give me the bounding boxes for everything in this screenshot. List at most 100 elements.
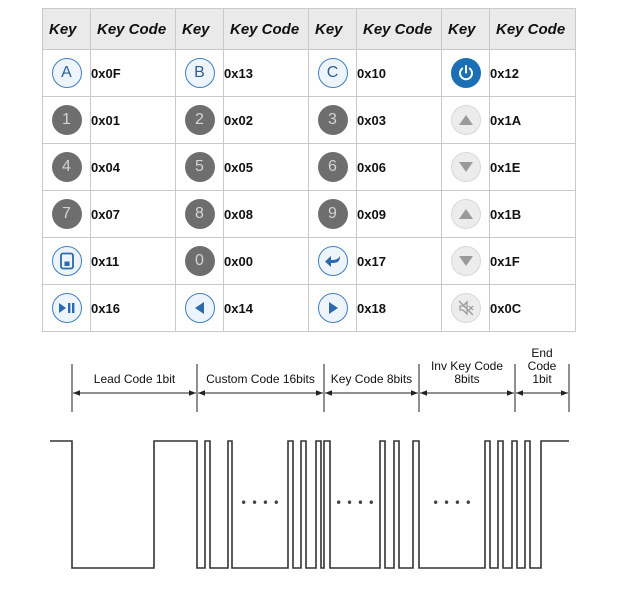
table-row: 1 0x01 2 0x02 3 0x03 0x1A	[42, 96, 576, 144]
header-key-code: Key Code	[223, 8, 309, 50]
header-key: Key	[441, 8, 490, 50]
key-cell: 2	[175, 96, 224, 144]
key-cell	[441, 284, 490, 332]
header-key: Key	[42, 8, 91, 50]
ellipsis-dots: • • • •	[335, 496, 375, 510]
key-cell: 7	[42, 190, 91, 238]
key-cell	[441, 190, 490, 238]
key-cell	[441, 96, 490, 144]
key-cell: B	[175, 49, 224, 97]
table-row: 4 0x04 5 0x05 6 0x06 0x1E	[42, 143, 576, 191]
key-cell: 5	[175, 143, 224, 191]
key-code-value: 0x12	[489, 49, 576, 97]
letter-c-icon: C	[317, 58, 348, 88]
digit-5-icon: 5	[184, 152, 215, 182]
table-row: 7 0x07 8 0x08 9 0x09 0x1B	[42, 190, 576, 238]
key-cell	[42, 237, 91, 285]
play-pause-icon	[51, 293, 82, 323]
digit-1-icon: 1	[51, 105, 82, 135]
table-header-row: Key Key Code Key Key Code Key Key Code K…	[42, 8, 576, 50]
key-code-value: 0x09	[356, 190, 442, 238]
key-cell	[175, 284, 224, 332]
header-key: Key	[175, 8, 224, 50]
segment-label: Custom Code 16bits	[206, 372, 315, 386]
key-code-value: 0x14	[223, 284, 309, 332]
segment-label: Key Code 8bits	[331, 372, 412, 386]
key-cell: 4	[42, 143, 91, 191]
segment-label: 8bits	[454, 372, 479, 386]
key-code-value: 0x08	[223, 190, 309, 238]
digit-7-icon: 7	[51, 199, 82, 229]
key-cell: 9	[308, 190, 357, 238]
key-cell: 8	[175, 190, 224, 238]
key-cell	[441, 49, 490, 97]
key-code-value: 0x11	[90, 237, 176, 285]
right-arrow-icon	[317, 293, 348, 323]
menu-icon	[51, 246, 82, 276]
key-code-value: 0x06	[356, 143, 442, 191]
segment-label: Code	[528, 359, 557, 373]
segment-label: Inv Key Code	[431, 359, 503, 373]
key-cell	[441, 237, 490, 285]
table-row: 0x16 0x14 0x18 0x0C	[42, 284, 576, 332]
key-cell: 1	[42, 96, 91, 144]
digit-8-icon: 8	[184, 199, 215, 229]
key-code-value: 0x02	[223, 96, 309, 144]
key-code-value: 0x00	[223, 237, 309, 285]
key-code-value: 0x03	[356, 96, 442, 144]
letter-b-icon: B	[184, 58, 215, 88]
key-code-value: 0x13	[223, 49, 309, 97]
key-code-table: Key Key Code Key Key Code Key Key Code K…	[42, 8, 576, 332]
channel-down-icon	[450, 246, 481, 276]
digit-9-icon: 9	[317, 199, 348, 229]
letter-a-icon: A	[51, 58, 82, 88]
segment-label: 1bit	[532, 372, 552, 386]
key-code-value: 0x01	[90, 96, 176, 144]
key-cell: A	[42, 49, 91, 97]
ir-timing-diagram: Lead Code 1bit Custom Code 16bits Key Code…	[50, 346, 570, 569]
key-cell	[42, 284, 91, 332]
key-cell: 0	[175, 237, 224, 285]
volume-down-icon	[450, 152, 481, 182]
segment-label: Lead Code 1bit	[94, 372, 176, 386]
key-code-value: 0x17	[356, 237, 442, 285]
key-code-value: 0x0C	[489, 284, 576, 332]
segment-label: End	[531, 346, 552, 360]
table-row: 0x11 0 0x00 0x17 0x1F	[42, 237, 576, 285]
key-code-value: 0x16	[90, 284, 176, 332]
header-key-code: Key Code	[356, 8, 442, 50]
key-code-value: 0x04	[90, 143, 176, 191]
ellipsis-dots: • • • •	[240, 496, 280, 510]
ellipsis-dots: • • • •	[432, 496, 472, 510]
key-code-value: 0x07	[90, 190, 176, 238]
key-code-value: 0x18	[356, 284, 442, 332]
digit-6-icon: 6	[317, 152, 348, 182]
mute-icon	[450, 293, 481, 323]
key-code-value: 0x05	[223, 143, 309, 191]
return-icon	[317, 246, 348, 276]
key-code-value: 0x1B	[489, 190, 576, 238]
table-row: A 0x0F B 0x13 C 0x10 0x12	[42, 49, 576, 97]
left-arrow-icon	[184, 293, 215, 323]
key-cell: 3	[308, 96, 357, 144]
header-key-code: Key Code	[489, 8, 576, 50]
key-code-value: 0x1F	[489, 237, 576, 285]
ir-waveform	[50, 440, 569, 569]
key-code-value: 0x1A	[489, 96, 576, 144]
key-code-value: 0x10	[356, 49, 442, 97]
key-cell: 6	[308, 143, 357, 191]
digit-3-icon: 3	[317, 105, 348, 135]
digit-2-icon: 2	[184, 105, 215, 135]
header-key-code: Key Code	[90, 8, 176, 50]
volume-up-icon	[450, 105, 481, 135]
channel-up-icon	[450, 199, 481, 229]
digit-0-icon: 0	[184, 246, 215, 276]
key-cell	[308, 284, 357, 332]
key-cell	[308, 237, 357, 285]
digit-4-icon: 4	[51, 152, 82, 182]
key-code-value: 0x1E	[489, 143, 576, 191]
key-cell	[441, 143, 490, 191]
key-cell: C	[308, 49, 357, 97]
power-icon	[450, 58, 481, 88]
key-code-value: 0x0F	[90, 49, 176, 97]
